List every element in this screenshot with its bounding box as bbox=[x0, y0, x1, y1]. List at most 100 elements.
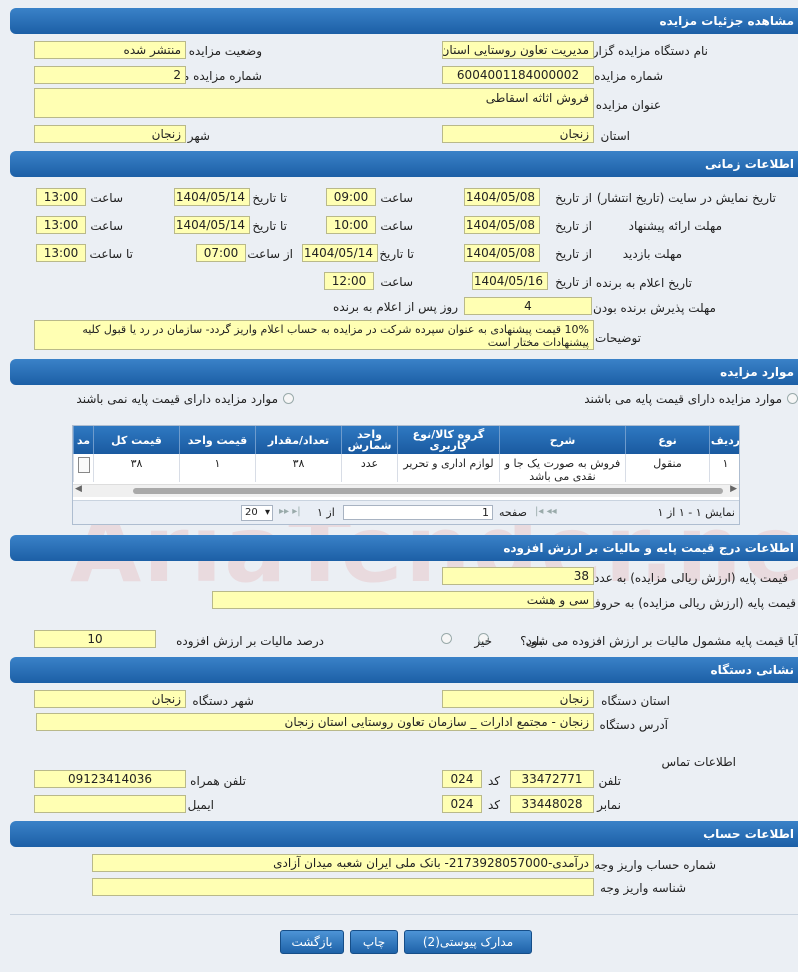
table-row-qty: ۳۸ bbox=[255, 454, 341, 482]
vat-no-label: خیر bbox=[474, 634, 492, 648]
province-field[interactable]: زنجان bbox=[442, 125, 594, 143]
scroll-left-icon[interactable]: ◀ bbox=[75, 484, 82, 494]
description-field[interactable]: 10% قیمت پیشنهادی به عنوان سپرده شرکت در… bbox=[34, 320, 594, 350]
pager-of-label: از ۱ bbox=[317, 506, 335, 519]
col-desc[interactable]: شرح bbox=[499, 426, 625, 454]
col-unit[interactable]: واحد شمارش bbox=[341, 426, 397, 454]
offer-to-time-label: ساعت bbox=[90, 219, 123, 233]
display-to-time-field[interactable]: 13:00 bbox=[36, 188, 86, 206]
winner-from-label: از تاریخ bbox=[555, 275, 592, 289]
radio-with-base-price-label: موارد مزایده دارای قیمت پایه می باشند bbox=[584, 392, 782, 406]
deposit-account-field[interactable]: درآمدی-2173928057000- بانک ملی ایران شعب… bbox=[92, 854, 594, 872]
offer-from-label: از تاریخ bbox=[555, 219, 592, 233]
base-price-numeric-label: قیمت پایه (ارزش ریالی مزایده) به عدد bbox=[593, 571, 788, 585]
deposit-id-label: شناسه واریز وجه bbox=[600, 881, 686, 895]
mobile-label: تلفن همراه bbox=[190, 774, 246, 788]
visit-from-field[interactable]: 1404/05/08 bbox=[464, 244, 540, 262]
offer-to-time-field[interactable]: 13:00 bbox=[36, 216, 86, 234]
pager-last-icon[interactable]: ▸▸ ▸| bbox=[279, 506, 301, 517]
radio-without-base-price-label: موارد مزایده دارای قیمت پایه نمی باشند bbox=[76, 392, 278, 406]
scrollbar-thumb[interactable] bbox=[133, 488, 723, 494]
scroll-right-icon[interactable]: ▶ bbox=[730, 484, 737, 494]
radio-without-base-price[interactable] bbox=[283, 393, 294, 404]
title-field[interactable]: فروش اثاثه اسقاطی bbox=[34, 88, 594, 118]
status-field[interactable]: منتشر شده bbox=[34, 41, 186, 59]
vat-percent-label: درصد مالیات بر ارزش افزوده bbox=[176, 634, 324, 648]
winner-time-label: ساعت bbox=[380, 275, 413, 289]
email-field[interactable] bbox=[34, 795, 186, 813]
agency-province-label: استان دستگاه bbox=[601, 694, 670, 708]
horizontal-scrollbar[interactable]: ◀ ▶ bbox=[73, 484, 739, 497]
fax-field[interactable]: 33448028 bbox=[510, 795, 594, 813]
base-price-words-label: قیمت پایه (ارزش ریالی مزایده) به حروف bbox=[588, 596, 796, 610]
col-total[interactable]: قیمت کل bbox=[93, 426, 179, 454]
winner-time-field[interactable]: 12:00 bbox=[324, 272, 374, 290]
deposit-id-field[interactable] bbox=[92, 878, 594, 896]
col-type[interactable]: نوع bbox=[625, 426, 709, 454]
offer-deadline-label: مهلت ارائه پیشنهاد bbox=[628, 219, 722, 233]
phone-label: تلفن bbox=[598, 774, 621, 788]
winner-date-field[interactable]: 1404/05/16 bbox=[472, 272, 548, 290]
pager-first-icon[interactable]: |◂ ◂◂ bbox=[535, 506, 557, 517]
base-price-words-field[interactable]: سی و هشت bbox=[212, 591, 594, 609]
email-label: ایمیل bbox=[187, 798, 214, 812]
col-more[interactable]: مد bbox=[73, 426, 93, 454]
phone-code-field[interactable]: 024 bbox=[442, 770, 482, 788]
pager-page-input[interactable]: 1 bbox=[343, 505, 493, 520]
vat-yes-label: بلی bbox=[525, 634, 543, 648]
section-header-details: مشاهده جزئیات مزایده bbox=[10, 8, 798, 34]
visit-to-field[interactable]: 1404/05/14 bbox=[302, 244, 378, 262]
display-from-field[interactable]: 1404/05/08 bbox=[464, 188, 540, 206]
agency-city-label: شهر دستگاه bbox=[192, 694, 254, 708]
vat-no-radio[interactable] bbox=[441, 633, 452, 644]
phone-field[interactable]: 33472771 bbox=[510, 770, 594, 788]
radio-with-base-price[interactable] bbox=[787, 393, 798, 404]
display-from-time-field[interactable]: 09:00 bbox=[326, 188, 376, 206]
display-to-field[interactable]: 1404/05/14 bbox=[174, 188, 250, 206]
divider bbox=[10, 914, 798, 915]
org-field[interactable]: مدیریت تعاون روستایی استان زنجان bbox=[442, 41, 594, 59]
table-row-more bbox=[73, 454, 93, 482]
status-label: وضعیت مزایده bbox=[188, 44, 262, 58]
agency-province-field[interactable]: زنجان bbox=[442, 690, 594, 708]
col-unit-price[interactable]: قیمت واحد bbox=[179, 426, 255, 454]
mobile-field[interactable]: 09123414036 bbox=[34, 770, 186, 788]
offer-to-field[interactable]: 1404/05/14 bbox=[174, 216, 250, 234]
chevron-down-icon: ▾ bbox=[264, 507, 270, 518]
accept-days-field[interactable]: 4 bbox=[464, 297, 592, 315]
items-grid: ردیف نوع شرح گروه کالا/نوع کاربری واحد ش… bbox=[72, 425, 740, 525]
table-row-unit-price: ۱ bbox=[179, 454, 255, 482]
phone-code-label: کد bbox=[487, 774, 500, 788]
vat-percent-field[interactable]: 10 bbox=[34, 630, 156, 648]
agency-address-field[interactable]: زنجان - مجتمع ادارات _ سازمان تعاون روست… bbox=[36, 713, 594, 731]
back-button[interactable]: بازگشت bbox=[280, 930, 344, 954]
accept-suffix-label: روز پس از اعلام به برنده bbox=[333, 300, 458, 314]
display-from-label: از تاریخ bbox=[555, 191, 592, 205]
city-field[interactable]: زنجان bbox=[34, 125, 186, 143]
offer-from-field[interactable]: 1404/05/08 bbox=[464, 216, 540, 234]
province-label: استان bbox=[600, 129, 630, 143]
attachments-button[interactable]: مدارک پیوستی(2) bbox=[404, 930, 532, 954]
display-from-time-label: ساعت bbox=[380, 191, 413, 205]
visit-to-time-field[interactable]: 13:00 bbox=[36, 244, 86, 262]
pager-page-label: صفحه bbox=[499, 506, 527, 519]
col-group[interactable]: گروه کالا/نوع کاربری bbox=[397, 426, 499, 454]
table-row-group: لوازم اداری و تحریر bbox=[397, 454, 499, 482]
print-button[interactable]: چاپ bbox=[350, 930, 398, 954]
ref-number-field[interactable]: 2 bbox=[34, 66, 186, 84]
visit-to-label: تا تاریخ bbox=[379, 247, 414, 261]
visit-to-time-label: تا ساعت bbox=[89, 247, 133, 261]
visit-from-time-field[interactable]: 07:00 bbox=[196, 244, 246, 262]
col-index[interactable]: ردیف bbox=[709, 426, 739, 454]
pager-size-select[interactable]: 20 ▾ bbox=[241, 505, 273, 521]
offer-from-time-field[interactable]: 10:00 bbox=[326, 216, 376, 234]
row-detail-button[interactable] bbox=[77, 457, 90, 473]
fax-label: نمابر bbox=[597, 798, 621, 812]
agency-city-field[interactable]: زنجان bbox=[34, 690, 186, 708]
col-qty[interactable]: تعداد/مقدار bbox=[255, 426, 341, 454]
table-row-desc: فروش به صورت یک جا و نقدی می باشد bbox=[499, 454, 625, 483]
fax-code-field[interactable]: 024 bbox=[442, 795, 482, 813]
display-to-label: تا تاریخ bbox=[252, 191, 287, 205]
number-field[interactable]: 6004001184000002 bbox=[442, 66, 594, 84]
base-price-numeric-field[interactable]: 38 bbox=[442, 567, 594, 585]
